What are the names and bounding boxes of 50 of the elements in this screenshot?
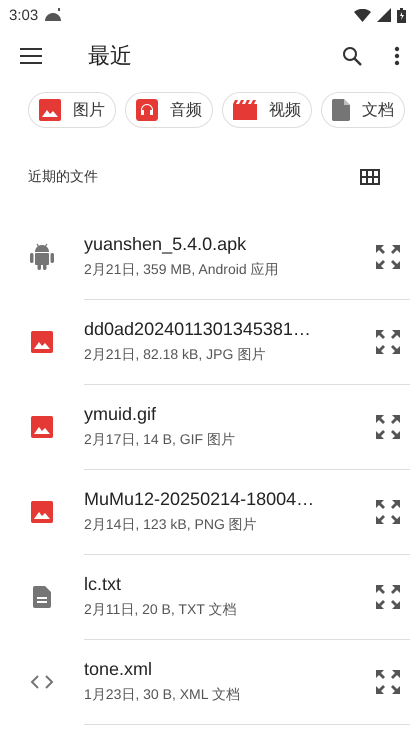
image-icon: [31, 416, 53, 438]
expand-button[interactable]: [374, 582, 402, 610]
headphones-icon: [136, 99, 158, 121]
filter-chip[interactable]: 图片: [28, 92, 116, 128]
grid-icon: [360, 169, 380, 185]
file-name[interactable]: MuMu12-20250214-18004…: [84, 488, 410, 510]
image-icon: [31, 330, 53, 352]
screen-title: 最近: [88, 42, 133, 70]
expand-icon: [374, 582, 402, 610]
expand-icon: [374, 668, 402, 696]
signal-icon: [377, 8, 391, 22]
android-notification-icon: [44, 8, 62, 22]
filter-chip[interactable]: 视频: [222, 92, 312, 128]
file-name[interactable]: ymuid.gif: [84, 404, 410, 424]
more-options-icon: [394, 46, 400, 66]
image-icon: [31, 500, 53, 522]
expand-button[interactable]: [374, 498, 402, 526]
file-details: 2月21日, 82.18 kB, JPG 图片: [84, 346, 266, 364]
file-details: 2月17日, 14 B, GIF 图片: [84, 430, 236, 448]
file-details: 2月11日, 20 B, TXT 文档: [84, 600, 238, 618]
expand-icon: [374, 412, 402, 440]
menu-icon: [20, 48, 42, 64]
expand-button[interactable]: [374, 412, 402, 440]
expand-icon: [374, 498, 402, 526]
file-name[interactable]: lc.txt: [84, 574, 410, 594]
filter-chip[interactable]: 音频: [125, 92, 213, 128]
image-icon: [39, 99, 61, 121]
file-details: 2月21日, 359 MB, Android 应用: [84, 260, 280, 278]
expand-button[interactable]: [374, 668, 402, 696]
grid-view-button[interactable]: [360, 169, 380, 185]
document-icon: [332, 99, 350, 121]
wifi-icon: [354, 8, 371, 22]
clapperboard-icon: [233, 100, 257, 120]
expand-icon: [374, 328, 402, 356]
expand-icon: [374, 242, 402, 270]
text-file-icon: [33, 586, 51, 608]
file-name[interactable]: tone.xml: [84, 658, 410, 680]
file-details: 2月14日, 123 kB, PNG 图片: [84, 516, 258, 534]
status-time: 3:03: [9, 6, 38, 24]
file-details: 1月23日, 30 B, XML 文档: [84, 686, 241, 704]
expand-button[interactable]: [374, 242, 402, 270]
expand-button[interactable]: [374, 328, 402, 356]
code-icon: [30, 674, 54, 688]
android-icon: [29, 242, 55, 270]
file-name[interactable]: yuanshen_5.4.0.apk: [84, 234, 410, 254]
file-name[interactable]: dd0ad2024011301345381…: [84, 318, 410, 340]
section-title: 近期的文件: [28, 168, 98, 186]
filter-chip[interactable]: 文档: [321, 92, 405, 128]
battery-icon: [397, 8, 406, 22]
search-icon: [342, 46, 362, 66]
